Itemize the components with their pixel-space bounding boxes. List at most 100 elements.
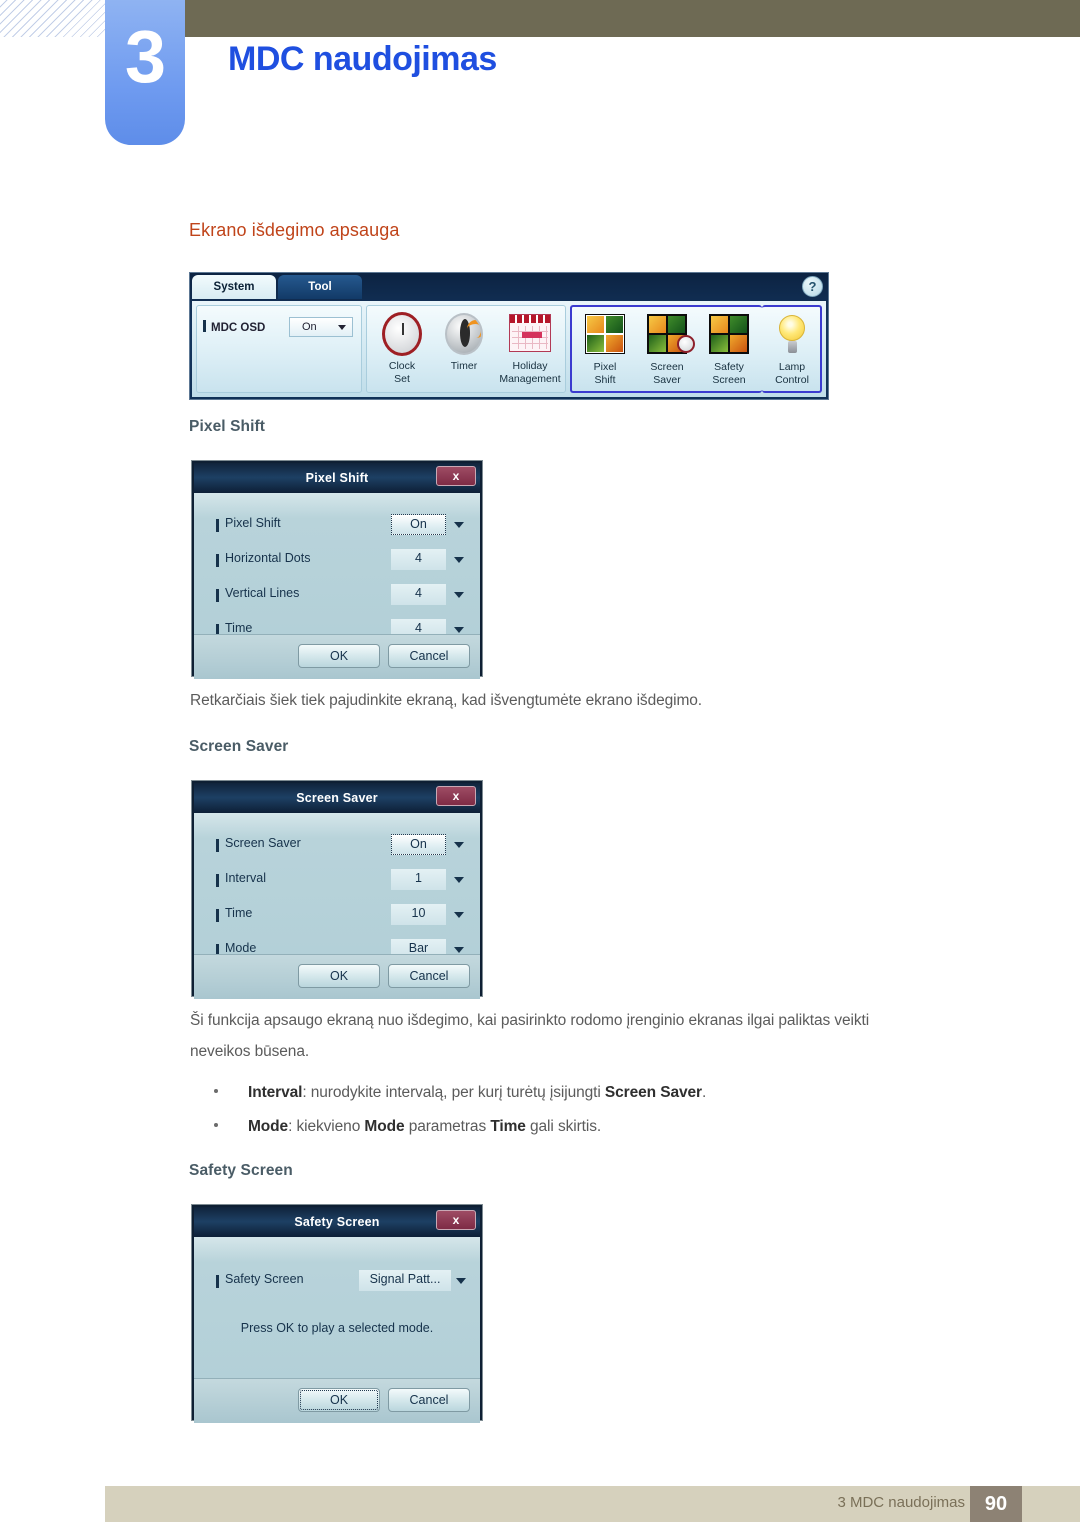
chapter-tab: 3 [105, 0, 185, 145]
pixel-shift-label-2: Shift [594, 374, 616, 386]
bullet-marker-icon [216, 839, 219, 852]
pixel-shift-dialog-body: Pixel Shift On Horizontal Dots 4 Vertica… [194, 493, 480, 640]
mdc-osd-select[interactable]: On [289, 317, 353, 337]
lightbulb-icon [761, 311, 823, 359]
timer-icon [433, 310, 495, 358]
photo-tiles-clock-icon [636, 311, 698, 359]
safety-screen-note: Press OK to play a selected mode. [240, 1321, 434, 1335]
toolbar-item-screen-saver[interactable]: Screen Saver [636, 311, 698, 387]
toolbar-item-safety-screen[interactable]: Safety Screen [698, 311, 760, 387]
bullet-mode-term3: Time [490, 1118, 526, 1135]
safety-screen-dialog-footer: OK Cancel [194, 1378, 480, 1423]
safety-screen-dialog-body: Safety Screen Signal Patt... Press OK to… [194, 1237, 480, 1378]
bullet-marker-icon [216, 1275, 219, 1288]
screen-saver-dialog-footer: OK Cancel [194, 954, 480, 999]
safety-screen-dialog-title: Safety Screen x [194, 1207, 480, 1237]
row-label-time: Time [225, 906, 253, 920]
toolbar-item-timer[interactable]: Timer [433, 310, 495, 373]
row-screen-saver: Screen Saver On [194, 833, 480, 860]
screen-saver-dialog: Screen Saver x Screen Saver On Interval … [192, 781, 482, 999]
select-pixel-shift[interactable]: On [391, 514, 446, 535]
chapter-title: MDC naudojimas [228, 40, 497, 78]
chevron-down-icon[interactable] [454, 842, 464, 848]
footer-text: 3 MDC naudojimas [837, 1494, 965, 1511]
bullet-mode: Mode: kiekvieno Mode parametras Time gal… [214, 1118, 601, 1136]
bullet-marker-icon [216, 554, 219, 567]
tab-tool[interactable]: Tool [278, 275, 362, 299]
bullet-dot-icon [214, 1123, 218, 1128]
select-time[interactable]: 10 [391, 904, 446, 925]
photo-tiles-icon [698, 311, 760, 359]
ok-button[interactable]: OK [298, 1388, 380, 1412]
bullet-interval-text2: . [701, 1084, 707, 1101]
timer-label-1: Timer [450, 360, 478, 372]
chevron-down-icon[interactable] [454, 877, 464, 883]
lamp-control-label-1: Lamp [778, 361, 806, 373]
holiday-label-2: Management [499, 373, 561, 385]
bullet-marker-icon [216, 589, 219, 602]
page-number: 90 [970, 1486, 1022, 1522]
select-interval[interactable]: 1 [391, 869, 446, 890]
panel-screen-protection: Pixel Shift Screen Saver Safety Screen [570, 305, 762, 393]
pixel-shift-description: Retkarčiais šiek tiek pajudinkite ekraną… [190, 692, 703, 709]
cancel-button[interactable]: Cancel [388, 964, 470, 988]
ok-button[interactable]: OK [298, 964, 380, 988]
pixel-shift-dialog: Pixel Shift x Pixel Shift On Horizontal … [192, 461, 482, 679]
chevron-down-icon[interactable] [454, 912, 464, 918]
panel-lamp-control: Lamp Control [762, 305, 822, 393]
select-horizontal-dots[interactable]: 4 [391, 549, 446, 570]
chevron-down-icon[interactable] [454, 557, 464, 563]
bullet-mode-text2: parametras [404, 1118, 491, 1135]
header-brown-bar [185, 0, 1080, 37]
chevron-down-icon[interactable] [456, 1278, 466, 1284]
chevron-down-icon [338, 325, 346, 330]
bullet-dot-icon [214, 1089, 218, 1094]
holiday-label-1: Holiday [512, 360, 548, 372]
toolbar-ribbon: MDC OSD On Clock Set Timer Holiday Manag… [192, 301, 826, 397]
clock-set-label-1: Clock [388, 360, 416, 372]
toolbar-item-pixel-shift[interactable]: Pixel Shift [574, 311, 636, 387]
select-screen-saver[interactable]: On [391, 834, 446, 855]
pixel-shift-dialog-footer: OK Cancel [194, 634, 480, 679]
row-interval: Interval 1 [194, 868, 480, 895]
close-icon[interactable]: x [436, 786, 476, 806]
bullet-marker-icon [216, 519, 219, 532]
panel-time-tools: Clock Set Timer Holiday Management [366, 305, 566, 393]
bullet-marker-icon [203, 320, 206, 332]
tab-system[interactable]: System [192, 275, 276, 299]
subheading-safety-screen: Safety Screen [189, 1162, 293, 1179]
ok-button[interactable]: OK [298, 644, 380, 668]
hatch-decoration [0, 0, 105, 37]
mdc-osd-value: On [302, 321, 317, 333]
chapter-number: 3 [124, 15, 166, 98]
row-label-safety-screen: Safety Screen [225, 1272, 304, 1286]
toolbar-item-clock-set[interactable]: Clock Set [371, 310, 433, 386]
clock-icon [371, 310, 433, 358]
row-label-screen-saver: Screen Saver [225, 836, 301, 850]
chevron-down-icon[interactable] [454, 522, 464, 528]
screen-saver-dialog-body: Screen Saver On Interval 1 Time 10 Mode … [194, 813, 480, 960]
select-vertical-lines[interactable]: 4 [391, 584, 446, 605]
bullet-mode-text3: gali skirtis. [525, 1118, 602, 1135]
cancel-button[interactable]: Cancel [388, 1388, 470, 1412]
chevron-down-icon[interactable] [454, 947, 464, 953]
pixel-shift-dialog-title: Pixel Shift x [194, 463, 480, 493]
help-icon[interactable]: ? [802, 276, 823, 297]
row-time: Time 10 [194, 903, 480, 930]
screen-saver-description-line2: neveikos būsena. [190, 1043, 310, 1060]
toolbar-item-holiday-management[interactable]: Holiday Management [495, 310, 565, 386]
close-icon[interactable]: x [436, 466, 476, 486]
select-safety-screen[interactable]: Signal Patt... [359, 1270, 451, 1291]
close-icon[interactable]: x [436, 1210, 476, 1230]
bullet-interval-term: Interval [248, 1084, 303, 1101]
toolbar-item-lamp-control[interactable]: Lamp Control [761, 311, 823, 387]
bullet-mode-term2: Mode [364, 1118, 405, 1135]
screen-saver-description-line1: Ši funkcija apsaugo ekraną nuo išdegimo,… [190, 1012, 870, 1029]
row-label-time: Time [225, 621, 253, 635]
subheading-screen-saver: Screen Saver [189, 738, 289, 755]
cancel-button[interactable]: Cancel [388, 644, 470, 668]
chevron-down-icon[interactable] [454, 592, 464, 598]
row-label-vertical-lines: Vertical Lines [225, 586, 300, 600]
row-label-mode: Mode [225, 941, 257, 955]
chevron-down-icon[interactable] [454, 627, 464, 633]
